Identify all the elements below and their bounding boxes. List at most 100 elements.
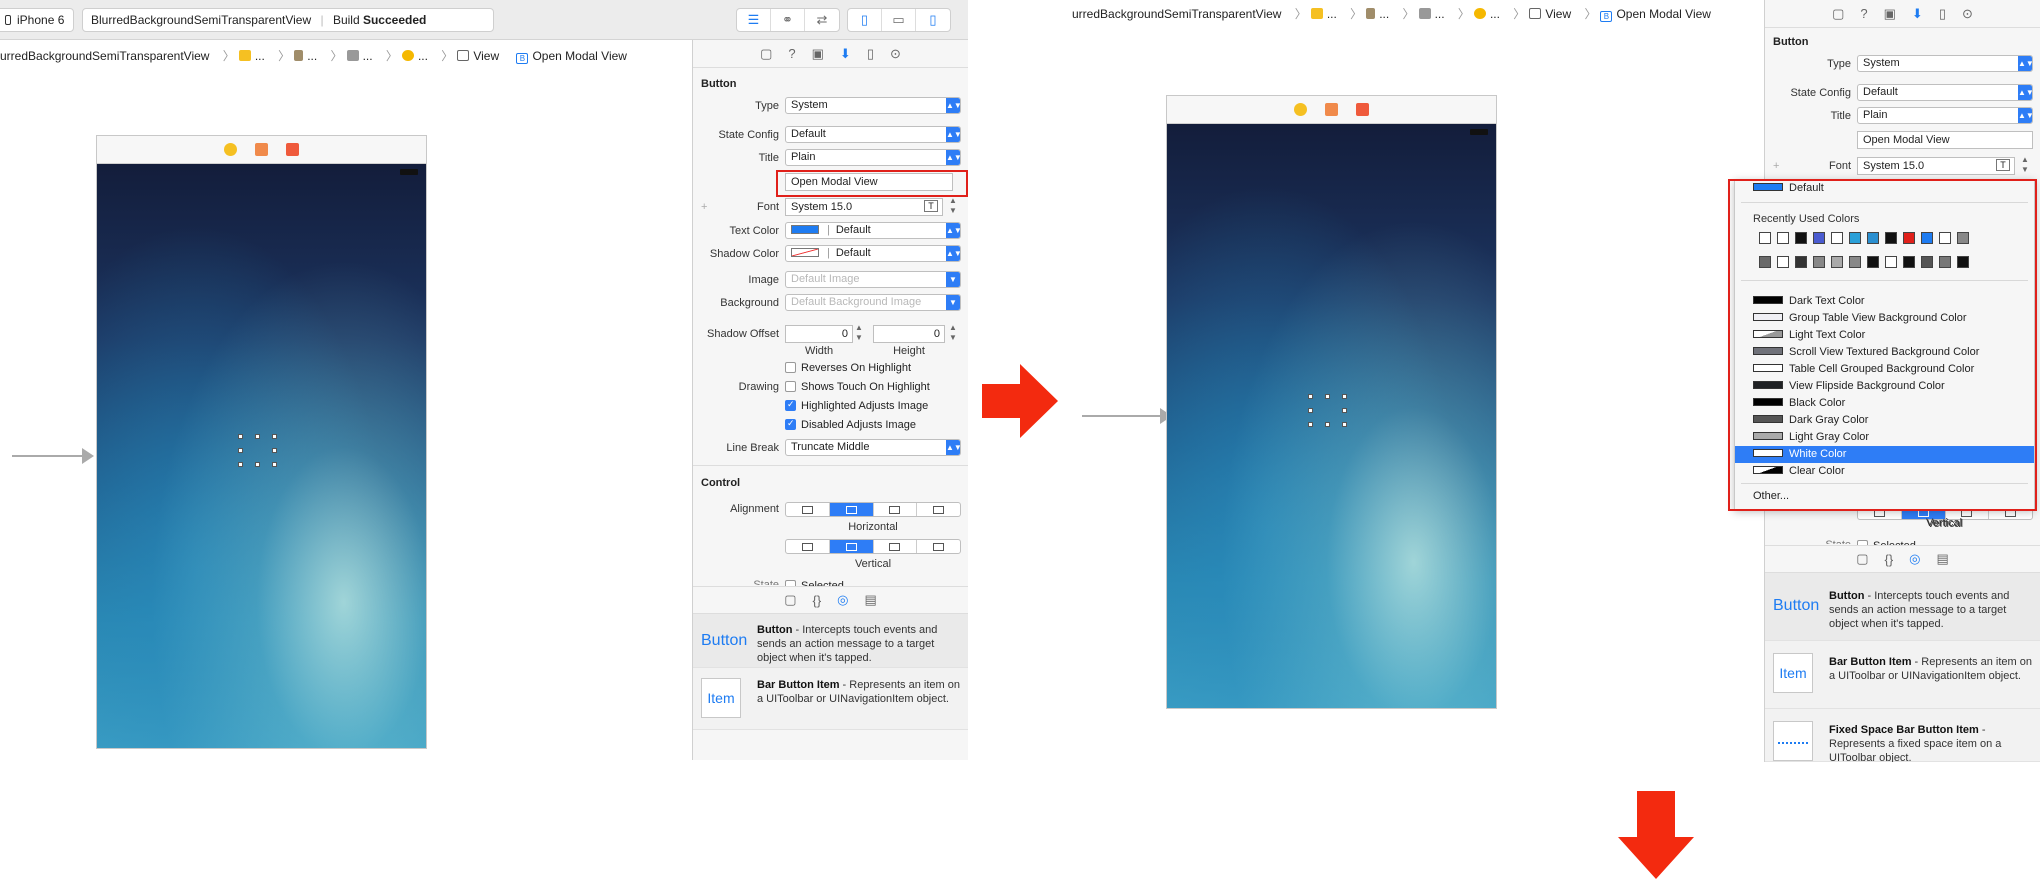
navigator-toggle-icon[interactable]: ▯ xyxy=(848,9,882,31)
reverses-on-highlight-checkbox[interactable] xyxy=(785,362,796,373)
background-combobox[interactable]: Default Background Image ▼ xyxy=(785,294,961,311)
version-editor-icon[interactable]: ⇄ xyxy=(805,9,839,31)
selected-button-handles[interactable] xyxy=(1308,394,1348,428)
state-label: State xyxy=(753,579,779,585)
utilities-toggle-icon[interactable]: ▯ xyxy=(916,9,950,31)
annotation-highlight-title-field xyxy=(776,170,968,197)
align-left-icon[interactable] xyxy=(786,503,830,516)
code-snippet-icon[interactable]: {} xyxy=(812,593,821,608)
file-inspector-icon[interactable]: ▢ xyxy=(760,46,772,62)
shadow-height-field[interactable]: 0 xyxy=(873,325,945,343)
size-inspector-icon[interactable]: ▯ xyxy=(867,46,874,62)
shadow-height-stepper[interactable]: ▲ ▼ xyxy=(949,323,957,343)
text-color-popup[interactable]: | Default ▲▼ xyxy=(785,222,961,239)
title-popup[interactable]: Plain ▲▼ xyxy=(1857,107,2033,124)
size-inspector-icon[interactable]: ▯ xyxy=(1939,6,1946,22)
quick-help-icon[interactable]: ? xyxy=(1860,6,1867,21)
align-top-icon[interactable] xyxy=(786,540,830,553)
breadcrumb-item[interactable]: ... xyxy=(1490,7,1500,21)
breadcrumb-item[interactable]: ... xyxy=(1379,7,1389,21)
breadcrumb-root[interactable]: urredBackgroundSemiTransparentView xyxy=(0,49,209,63)
breadcrumb-root[interactable]: urredBackgroundSemiTransparentView xyxy=(1072,7,1281,21)
disabled-adjusts-checkbox[interactable] xyxy=(785,418,796,430)
scheme-device-selector[interactable]: iPhone 6 xyxy=(0,8,74,32)
library-item-bar-button[interactable]: Item Bar Button Item - Represents an ite… xyxy=(1765,641,2040,709)
align-middle-icon[interactable] xyxy=(829,540,874,553)
breadcrumb-item[interactable]: ... xyxy=(418,49,428,63)
connections-inspector-icon[interactable]: ⊙ xyxy=(1962,6,1973,22)
file-template-icon[interactable]: ▢ xyxy=(1856,551,1868,567)
attributes-inspector-icon[interactable]: ⬇ xyxy=(1912,6,1923,22)
view-controller-icon[interactable] xyxy=(1294,103,1307,116)
image-combobox[interactable]: Default Image ▼ xyxy=(785,271,961,288)
first-responder-icon[interactable] xyxy=(255,143,268,156)
breadcrumb-item[interactable]: View xyxy=(473,49,499,63)
vertical-label-visible: Vertical xyxy=(1925,517,1963,529)
shadow-width-field[interactable]: 0 xyxy=(785,325,853,343)
state-config-popup[interactable]: Default ▲▼ xyxy=(1857,84,2033,101)
highlighted-adjusts-label: Highlighted Adjusts Image xyxy=(801,400,929,412)
assistant-editor-icon[interactable]: ⚭ xyxy=(771,9,805,31)
vertical-alignment-segment[interactable] xyxy=(785,539,961,554)
object-library-icon[interactable]: ◎ xyxy=(1909,551,1920,567)
disabled-adjusts-label: Disabled Adjusts Image xyxy=(801,419,916,431)
library-item-button[interactable]: Button Button - Intercepts touch events … xyxy=(693,614,968,668)
align-fill-icon[interactable] xyxy=(917,503,960,516)
align-center-icon[interactable] xyxy=(829,503,874,516)
view-controller-scene[interactable] xyxy=(1166,95,1497,709)
type-popup[interactable]: System ▲▼ xyxy=(1857,55,2033,72)
shadow-width-stepper[interactable]: ▲ ▼ xyxy=(855,323,863,343)
exit-icon[interactable] xyxy=(1356,103,1369,116)
breadcrumb-item[interactable]: ... xyxy=(1435,7,1445,21)
breadcrumb-item[interactable]: ... xyxy=(307,49,317,63)
breadcrumb-item[interactable]: Open Modal View xyxy=(1616,7,1711,21)
library-item-button[interactable]: Button Button - Intercepts touch events … xyxy=(1765,573,2040,641)
standard-editor-icon[interactable]: ☰ xyxy=(737,9,771,31)
breadcrumb-item[interactable]: ... xyxy=(255,49,265,63)
view-controller-scene[interactable] xyxy=(96,135,427,749)
fixed-space-library-icon xyxy=(1773,721,1813,761)
attributes-inspector-icon[interactable]: ⬇ xyxy=(840,46,851,62)
font-field[interactable]: System 15.0 T xyxy=(1857,157,2015,175)
file-template-icon[interactable]: ▢ xyxy=(784,592,796,608)
debug-area-toggle-icon[interactable]: ▭ xyxy=(882,9,916,31)
font-field[interactable]: System 15.0 T xyxy=(785,198,943,216)
file-inspector-icon[interactable]: ▢ xyxy=(1832,6,1844,22)
font-picker-icon[interactable]: T xyxy=(924,200,938,212)
horizontal-alignment-segment[interactable] xyxy=(785,502,961,517)
font-picker-icon[interactable]: T xyxy=(1996,159,2010,171)
breadcrumb-item[interactable]: View xyxy=(1545,7,1571,21)
state-config-popup[interactable]: Default ▲▼ xyxy=(785,126,961,143)
title-text-field[interactable]: Open Modal View xyxy=(1857,131,2033,149)
highlighted-adjusts-checkbox[interactable] xyxy=(785,399,796,411)
exit-icon[interactable] xyxy=(286,143,299,156)
object-library-icon[interactable]: ◎ xyxy=(837,592,848,608)
breadcrumb-item[interactable]: ... xyxy=(1327,7,1337,21)
align-right-icon[interactable] xyxy=(874,503,918,516)
media-library-icon[interactable]: ▤ xyxy=(1937,551,1949,567)
line-break-popup[interactable]: Truncate Middle ▲▼ xyxy=(785,439,961,456)
shadow-color-popup[interactable]: | Default ▲▼ xyxy=(785,245,961,262)
drawing-label: Drawing xyxy=(738,381,779,393)
library-item-bar-button[interactable]: Item Bar Button Item - Represents an ite… xyxy=(693,668,968,730)
selected-button-handles[interactable] xyxy=(238,434,278,468)
font-size-stepper[interactable]: ▲ ▼ xyxy=(949,196,957,216)
shows-touch-checkbox[interactable] xyxy=(785,381,796,392)
type-popup[interactable]: System ▲▼ xyxy=(785,97,961,114)
align-vfill-icon[interactable] xyxy=(917,540,960,553)
code-snippet-icon[interactable]: {} xyxy=(1884,552,1893,567)
media-library-icon[interactable]: ▤ xyxy=(865,592,877,608)
view-controller-icon[interactable] xyxy=(224,143,237,156)
library-item-fixed-space[interactable]: Fixed Space Bar Button Item - Represents… xyxy=(1765,709,2040,762)
identity-inspector-icon[interactable]: ▣ xyxy=(1884,6,1896,22)
align-bottom-icon[interactable] xyxy=(874,540,918,553)
identity-inspector-icon[interactable]: ▣ xyxy=(812,46,824,62)
title-popup[interactable]: Plain ▲▼ xyxy=(785,149,961,166)
connections-inspector-icon[interactable]: ⊙ xyxy=(890,46,901,62)
breadcrumb-item[interactable]: Open Modal View xyxy=(532,49,627,63)
first-responder-icon[interactable] xyxy=(1325,103,1338,116)
breadcrumb-item[interactable]: ... xyxy=(363,49,373,63)
quick-help-icon[interactable]: ? xyxy=(788,46,795,61)
inspector-tabs: ▢ ? ▣ ⬇ ▯ ⊙ xyxy=(693,40,968,68)
font-size-stepper[interactable]: ▲ ▼ xyxy=(2021,155,2029,175)
